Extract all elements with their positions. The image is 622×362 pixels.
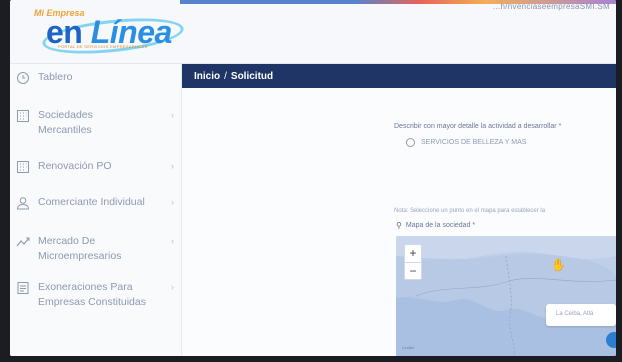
sidebar-item-label: Comerciante Individual bbox=[38, 196, 145, 208]
sidebar: Tablero Sociedades Mercantiles › Renovac… bbox=[10, 64, 182, 356]
sidebar-item-label: Sociedades Mercantiles bbox=[38, 109, 93, 136]
main-content: Describir con mayor detalle la actividad… bbox=[182, 88, 616, 356]
map-tiles bbox=[396, 236, 616, 356]
activity-description-label: Describir con mayor detalle la actividad… bbox=[394, 123, 562, 130]
sidebar-item-renovacion-po[interactable]: Renovación PO › bbox=[16, 159, 176, 174]
sidebar-item-exoneraciones[interactable]: Exoneraciones Para Empresas Constituidas… bbox=[16, 280, 176, 310]
building-icon bbox=[17, 110, 29, 122]
activity-radio[interactable] bbox=[406, 138, 415, 147]
chevron-right-icon: › bbox=[171, 236, 174, 246]
breadcrumb-current: Solicitud bbox=[230, 70, 274, 82]
breadcrumb: Inicio / Solicitud bbox=[182, 64, 616, 88]
breadcrumb-separator: / bbox=[224, 70, 227, 82]
sidebar-item-mercado-microempresarios[interactable]: Mercado De Microempresarios › bbox=[16, 234, 176, 264]
document-icon bbox=[17, 282, 29, 294]
sidebar-item-comerciante-individual[interactable]: Comerciante Individual › bbox=[16, 195, 176, 210]
app-screen: ...h/nvenciaseempresaSMI.SM Mi Empresa e… bbox=[10, 0, 616, 356]
map-label: ⚲ Mapa de la sociedad * bbox=[396, 221, 475, 230]
top-header: ...h/nvenciaseempresaSMI.SM Mi Empresa e… bbox=[10, 0, 616, 64]
zoom-out-button[interactable]: − bbox=[405, 262, 421, 279]
map-location-popup[interactable]: La Ceiba, Atlá bbox=[546, 304, 616, 326]
chevron-right-icon: › bbox=[171, 161, 174, 171]
breadcrumb-home[interactable]: Inicio bbox=[194, 71, 220, 82]
chevron-right-icon: › bbox=[171, 110, 174, 120]
trend-icon bbox=[16, 237, 30, 247]
map-label-text: Mapa de la sociedad * bbox=[405, 222, 476, 229]
map-note: Nota: Seleccione un punto en el mapa par… bbox=[394, 208, 546, 214]
chevron-right-icon: › bbox=[171, 197, 174, 207]
activity-option-label: SERVICIOS DE BELLEZA Y MAS bbox=[421, 139, 527, 146]
map-floating-button[interactable] bbox=[606, 332, 616, 348]
map-zoom-control: + − bbox=[404, 244, 422, 280]
sidebar-item-sociedades-mercantiles[interactable]: Sociedades Mercantiles › bbox=[16, 108, 176, 138]
map-attribution[interactable]: Leaflet bbox=[402, 345, 414, 350]
sidebar-item-label: Exoneraciones Para Empresas Constituidas bbox=[38, 281, 146, 308]
sidebar-item-label: Renovación PO bbox=[38, 160, 112, 172]
mi-empresa-logo[interactable]: Mi Empresa en Línea PORTAL DE SERVICIOS … bbox=[32, 8, 186, 62]
logo-subtitle: PORTAL DE SERVICIOS EMPRESARIALES bbox=[58, 44, 148, 49]
clock-icon bbox=[17, 72, 29, 84]
url-text: ...h/nvenciaseempresaSMI.SM bbox=[492, 2, 610, 11]
building-icon bbox=[17, 161, 29, 173]
hand-cursor-icon: ✋ bbox=[551, 258, 566, 272]
sidebar-item-tablero[interactable]: Tablero bbox=[16, 70, 176, 85]
activity-option[interactable]: SERVICIOS DE BELLEZA Y MAS bbox=[406, 138, 526, 147]
zoom-in-button[interactable]: + bbox=[405, 245, 421, 262]
chevron-right-icon: › bbox=[171, 282, 174, 292]
company-map[interactable]: + − ✋ La Ceiba, Atlá Leaflet bbox=[396, 236, 616, 356]
sidebar-item-label: Mercado De Microempresarios bbox=[38, 235, 122, 262]
user-icon bbox=[16, 197, 30, 210]
sidebar-item-label: Tablero bbox=[38, 71, 73, 83]
map-pin-icon: ⚲ bbox=[396, 221, 402, 230]
